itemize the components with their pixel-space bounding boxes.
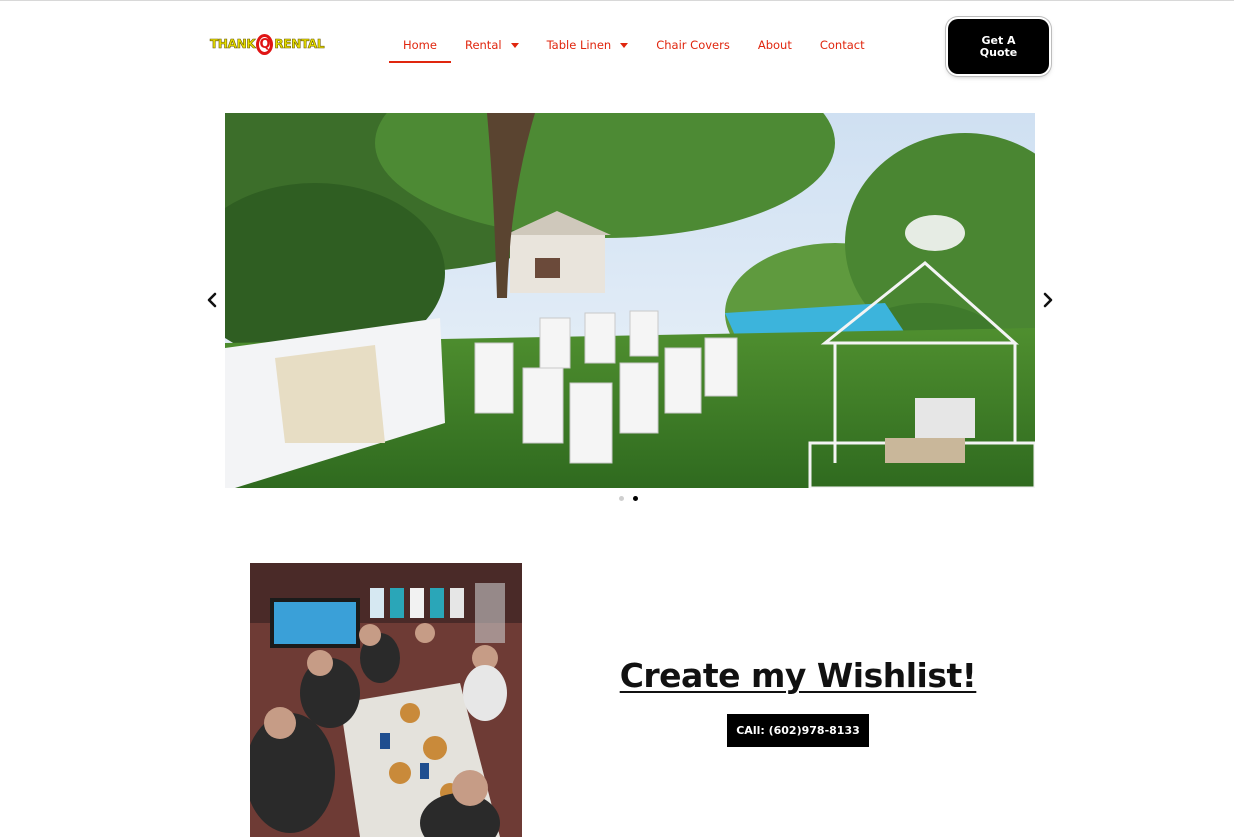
nav-about[interactable]: About <box>744 27 806 63</box>
nav-table-linen[interactable]: Table Linen <box>533 27 643 63</box>
nav-contact[interactable]: Contact <box>806 27 879 63</box>
get-a-quote-label: Get A Quote <box>979 33 1018 59</box>
wishlist-heading-link[interactable]: Create my Wishlist! <box>598 656 998 695</box>
family-dinner-photo <box>250 563 522 837</box>
get-a-quote-button[interactable]: Get A Quote <box>948 19 1049 74</box>
nav-rental[interactable]: Rental <box>451 27 533 63</box>
logo-text-rental: RENTAL <box>274 37 325 52</box>
nav-chair-covers-label: Chair Covers <box>656 38 730 52</box>
slider-prev-button[interactable] <box>202 289 222 311</box>
nav-home-label: Home <box>403 38 437 52</box>
nav-table-linen-label: Table Linen <box>546 38 612 52</box>
main-navigation: Home Rental Table Linen Chair Covers Abo… <box>389 27 879 63</box>
caret-down-icon <box>620 42 629 48</box>
slider-dot-1[interactable] <box>619 496 624 501</box>
slider-dot-2[interactable] <box>633 496 638 501</box>
call-phone-label: CAll: (602)978-8133 <box>736 724 860 737</box>
nav-home[interactable]: Home <box>389 27 451 63</box>
slider-pagination <box>619 496 638 501</box>
dinner-photo-image <box>250 563 522 837</box>
hero-slider[interactable] <box>225 113 1035 488</box>
nav-chair-covers[interactable]: Chair Covers <box>642 27 744 63</box>
call-phone-button[interactable]: CAll: (602)978-8133 <box>727 714 869 747</box>
nav-about-label: About <box>757 38 792 52</box>
nav-rental-label: Rental <box>464 38 502 52</box>
site-logo[interactable]: THANK Q RENTAL <box>210 33 325 55</box>
slider-next-button[interactable] <box>1038 289 1058 311</box>
logo-q-mark: Q <box>256 33 274 55</box>
chevron-left-icon <box>207 292 217 308</box>
chevron-right-icon <box>1043 292 1053 308</box>
logo-text-thank: THANK <box>210 37 256 52</box>
hero-slide-image <box>225 113 1035 488</box>
nav-contact-label: Contact <box>819 38 865 52</box>
caret-down-icon <box>510 42 519 48</box>
